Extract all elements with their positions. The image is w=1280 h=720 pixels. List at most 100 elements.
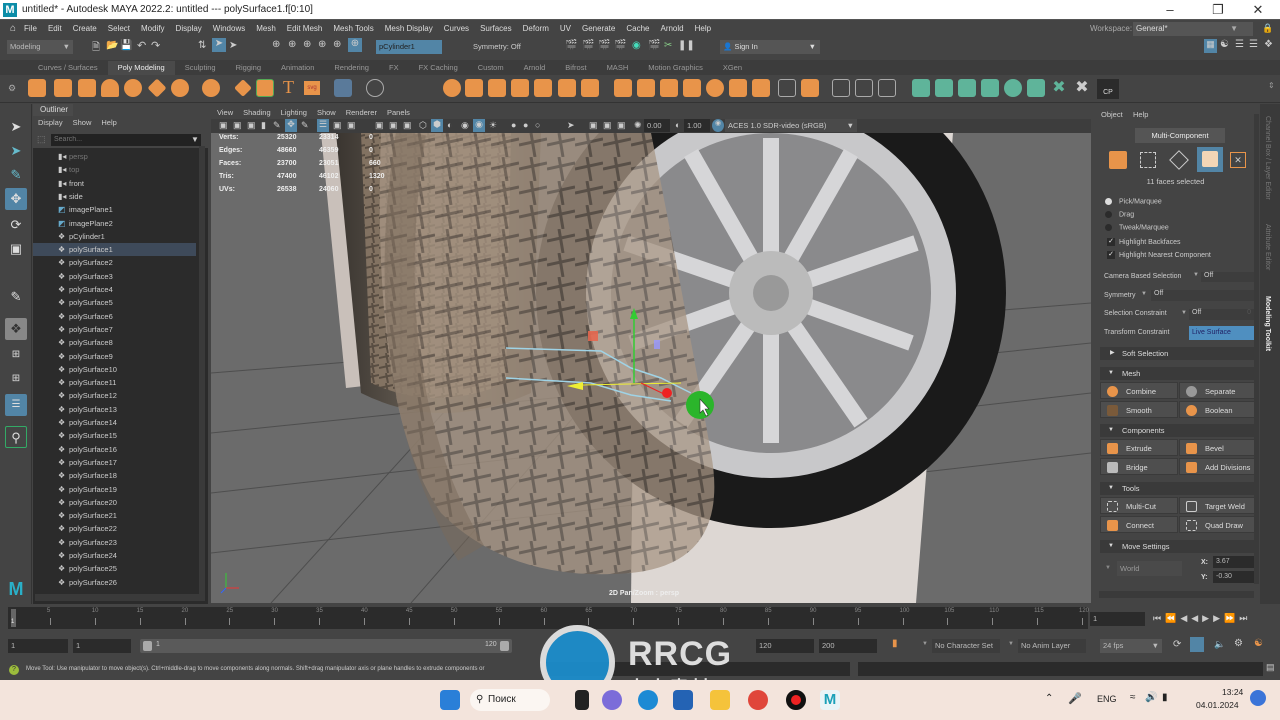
new-scene-icon[interactable]: 🗎 bbox=[92, 40, 100, 57]
attribute-editor-icon[interactable]: ☰ bbox=[1249, 39, 1258, 50]
step-forward-key-icon[interactable]: ⏩ bbox=[1224, 613, 1239, 623]
battery-icon[interactable]: ▮ bbox=[1162, 692, 1168, 703]
range-end-handle[interactable] bbox=[500, 641, 509, 651]
chevron-down-icon[interactable]: ▼ bbox=[1141, 291, 1147, 297]
step-back-frame-icon[interactable]: ◀ bbox=[1180, 613, 1191, 623]
super-shape-icon[interactable] bbox=[234, 79, 252, 97]
save-scene-icon[interactable]: 💾 bbox=[120, 40, 132, 51]
object-mode-icon[interactable] bbox=[1109, 151, 1127, 169]
multi-cut-button[interactable]: Multi-Cut bbox=[1100, 497, 1178, 514]
notifications-icon[interactable] bbox=[1250, 690, 1266, 706]
cut-uv-icon[interactable]: ✖ bbox=[1050, 79, 1068, 97]
wireframe-on-shaded-icon[interactable]: ◉ bbox=[461, 120, 469, 131]
outliner-layout-icon[interactable]: ☰ bbox=[5, 394, 27, 416]
viewport-menu-view[interactable]: View bbox=[217, 108, 233, 119]
outliner-item[interactable]: ❖ polySurface3 bbox=[33, 270, 196, 283]
resolution-gate-icon[interactable]: ▣ bbox=[347, 120, 356, 131]
time-slider[interactable]: 1 5 10 15 20 25 30 35 40 45 50 55 60 65 70 75 80 85 90 95 1… bbox=[0, 605, 1280, 631]
move-x-field[interactable]: 3.67 bbox=[1213, 556, 1255, 568]
spherical-uv-icon[interactable] bbox=[958, 79, 976, 97]
paint-select-tool-icon[interactable]: ✎ bbox=[5, 164, 27, 186]
redo-icon[interactable]: ↷ bbox=[151, 39, 160, 52]
camera-attributes-icon[interactable]: ▣ bbox=[247, 120, 256, 131]
chevron-down-icon[interactable]: ▼ bbox=[1193, 272, 1199, 278]
combine-button[interactable]: Combine bbox=[1100, 382, 1178, 399]
outliner-item[interactable]: ❖ polySurface24 bbox=[33, 549, 196, 562]
chevron-down-icon[interactable]: ▼ bbox=[1008, 641, 1014, 647]
toolkit-menu-help[interactable]: Help bbox=[1133, 110, 1148, 119]
minimize-button[interactable]: – bbox=[1148, 0, 1192, 19]
outliner-item[interactable]: ❖ polySurface19 bbox=[33, 483, 196, 496]
shelf-tab-animation[interactable]: Animation bbox=[271, 61, 324, 75]
center-pivot-icon[interactable] bbox=[366, 79, 384, 97]
snap-curve-icon[interactable]: ⊕ bbox=[288, 39, 296, 50]
outliner-menu-display[interactable]: Display bbox=[38, 118, 63, 127]
remesh-shelf-icon[interactable] bbox=[558, 79, 576, 97]
open-scene-icon[interactable]: 📂 bbox=[106, 40, 118, 51]
reduce-shelf-icon[interactable] bbox=[534, 79, 552, 97]
sew-uv-icon[interactable]: ✖ bbox=[1073, 79, 1091, 97]
outliner-item[interactable]: ❖ polySurface1 bbox=[33, 243, 196, 257]
outliner-item[interactable]: ❖ polySurface4 bbox=[33, 283, 196, 296]
lasso-tool-icon[interactable]: ➤ bbox=[5, 140, 27, 162]
search-icon[interactable]: ⚲ bbox=[5, 426, 27, 448]
unfold-uv-icon[interactable] bbox=[1004, 79, 1022, 97]
wifi-icon[interactable]: ≈ bbox=[1130, 692, 1136, 703]
separate-shelf-icon[interactable] bbox=[465, 79, 483, 97]
freeze-transform-icon[interactable] bbox=[388, 79, 406, 97]
viewport-menu-lighting[interactable]: Lighting bbox=[281, 108, 307, 119]
shelf-tab-mash[interactable]: MASH bbox=[597, 61, 639, 75]
extrude-button[interactable]: Extrude bbox=[1100, 439, 1178, 456]
shelf-tab-curves-surfaces[interactable]: Curves / Surfaces bbox=[28, 61, 108, 75]
range-bar[interactable]: 1 120 bbox=[140, 639, 512, 653]
motion-blur-icon[interactable]: ○ bbox=[535, 120, 540, 130]
outliner-menu-show[interactable]: Show bbox=[73, 118, 92, 127]
grease-pencil-icon[interactable]: ✎ bbox=[301, 120, 309, 131]
multi-component-button[interactable]: Multi-Component bbox=[1135, 128, 1225, 143]
safe-title-icon[interactable]: ▣ bbox=[403, 120, 412, 131]
reset-transform-icon[interactable] bbox=[410, 79, 428, 97]
outliner-item[interactable]: ❖ polySurface2 bbox=[33, 256, 196, 269]
fill-hole-icon[interactable] bbox=[706, 79, 724, 97]
wireframe-icon[interactable]: ⬡ bbox=[419, 120, 427, 131]
scale-tool-icon[interactable]: ▣ bbox=[5, 238, 27, 260]
smooth-shade-icon[interactable]: ⬢ bbox=[431, 119, 443, 132]
workspace-select[interactable]: General* ▼ bbox=[1133, 22, 1253, 36]
modeling-toolkit-icon[interactable]: ❖ bbox=[1264, 39, 1273, 50]
poly-sphere-icon[interactable] bbox=[28, 79, 46, 97]
auto-key-icon[interactable]: ▮ bbox=[892, 638, 898, 649]
poly-cylinder-icon[interactable] bbox=[78, 79, 96, 97]
uv-editor-icon[interactable] bbox=[334, 79, 352, 97]
select-tool-icon[interactable]: ➤ bbox=[5, 116, 27, 138]
outliner-item[interactable]: ❖ polySurface16 bbox=[33, 443, 196, 456]
exposure-field[interactable]: 0.00 bbox=[644, 119, 670, 132]
microphone-icon[interactable]: 🎤 bbox=[1068, 692, 1082, 705]
plane-handle-red[interactable] bbox=[588, 331, 598, 341]
anim-preferences-icon[interactable]: ⚙ bbox=[1234, 638, 1243, 649]
quad-draw-button[interactable]: Quad Draw bbox=[1179, 516, 1257, 533]
isolate-select-icon[interactable]: ➤ bbox=[567, 120, 575, 131]
default-material-icon[interactable]: ◐ bbox=[447, 120, 452, 130]
shelf-tab-custom[interactable]: Custom bbox=[468, 61, 514, 75]
menu-file[interactable]: File bbox=[24, 24, 37, 33]
shelf-tab-poly-modeling[interactable]: Poly Modeling bbox=[107, 61, 175, 75]
toolkit-vscrollbar[interactable] bbox=[1254, 114, 1259, 584]
task-view-icon[interactable] bbox=[575, 690, 589, 710]
film-gate-icon[interactable]: ▣ bbox=[333, 120, 342, 131]
retopo-shelf-icon[interactable] bbox=[581, 79, 599, 97]
merge-icon[interactable] bbox=[778, 79, 796, 97]
multi-cut-shelf-icon[interactable] bbox=[832, 79, 850, 97]
start-button[interactable] bbox=[440, 690, 460, 710]
cp-tool-icon[interactable]: CP bbox=[1097, 79, 1119, 99]
lights-icon[interactable]: ☀ bbox=[489, 120, 497, 131]
object-name-field[interactable]: pCylinder1 bbox=[376, 40, 442, 54]
filter-icon[interactable]: ⬚ bbox=[37, 134, 46, 145]
outliner-menu-help[interactable]: Help bbox=[101, 118, 116, 127]
camera-based-selection-value[interactable]: Off bbox=[1201, 272, 1256, 282]
move-space-select[interactable]: World bbox=[1117, 561, 1182, 576]
toolkit-menu-object[interactable]: Object bbox=[1101, 110, 1123, 119]
outliner-scrollbar[interactable] bbox=[199, 146, 205, 596]
anim-layer-select[interactable]: No Anim Layer bbox=[1018, 639, 1086, 653]
tool-settings-icon[interactable]: ☰ bbox=[1235, 39, 1244, 50]
chevron-down-icon[interactable]: ▼ bbox=[1105, 565, 1111, 571]
